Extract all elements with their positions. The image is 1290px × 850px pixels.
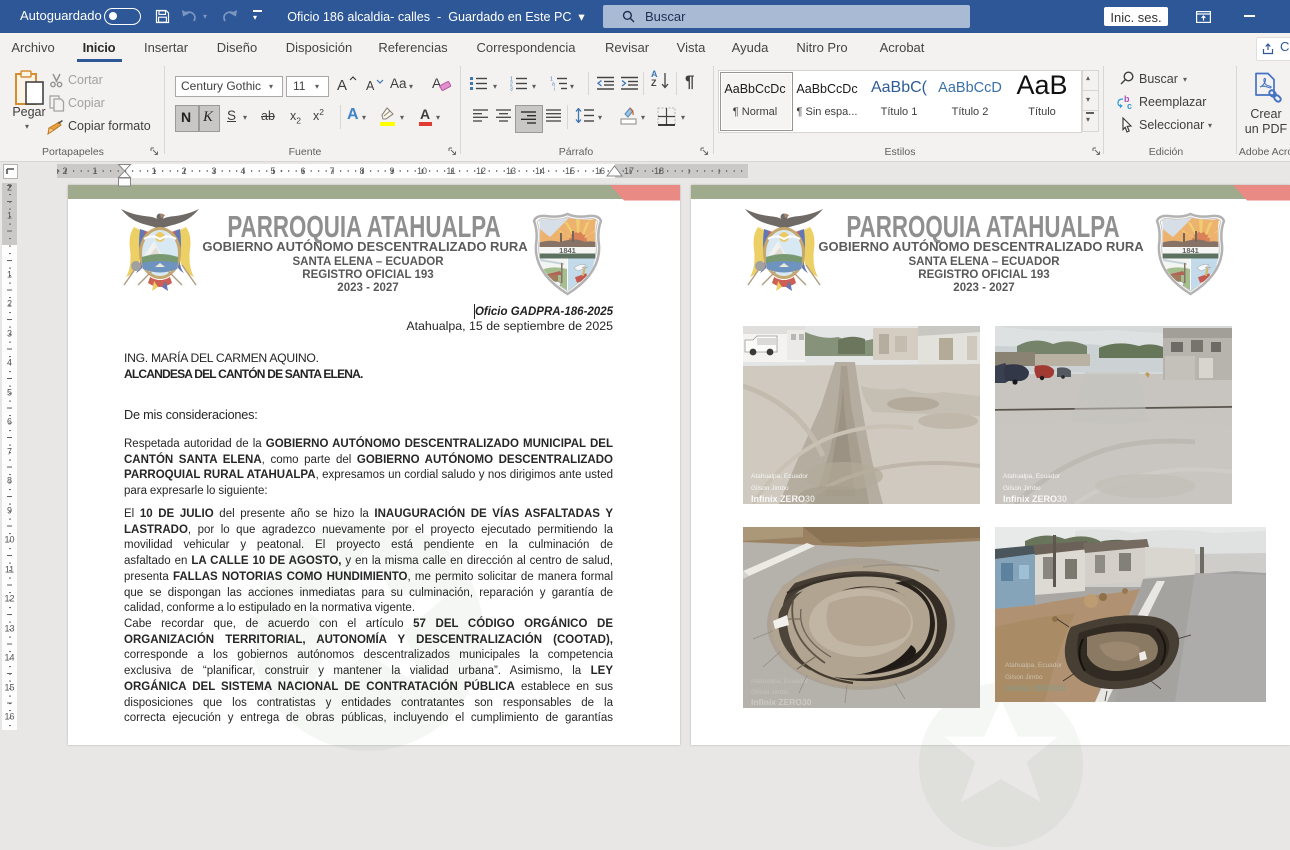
svg-text:Atahualpa, Ecuador: Atahualpa, Ecuador <box>751 473 809 480</box>
svg-text:c: c <box>1127 101 1132 110</box>
svg-text:Gilson Jimbo: Gilson Jimbo <box>751 485 789 492</box>
svg-text:Atahualpa, Ecuador: Atahualpa, Ecuador <box>1003 473 1061 480</box>
svg-text:Infinix ZERO30: Infinix ZERO30 <box>1003 494 1067 504</box>
svg-text:Gilson Jimbo: Gilson Jimbo <box>1005 674 1043 681</box>
svg-text:Infinix ZERO30: Infinix ZERO30 <box>751 697 812 707</box>
svg-text:Infinix ZERO30: Infinix ZERO30 <box>1005 683 1066 693</box>
svg-text:3: 3 <box>510 87 513 92</box>
svg-text:Gilson Jimbo: Gilson Jimbo <box>751 689 789 696</box>
svg-text:i: i <box>554 87 555 92</box>
svg-text:Atahualpa, Ecuador: Atahualpa, Ecuador <box>1005 662 1063 669</box>
svg-text:Atahualpa, Ecuador: Atahualpa, Ecuador <box>751 678 809 685</box>
svg-text:Infinix ZERO30: Infinix ZERO30 <box>751 494 815 504</box>
svg-text:Gilson Jimbo: Gilson Jimbo <box>1003 485 1041 492</box>
